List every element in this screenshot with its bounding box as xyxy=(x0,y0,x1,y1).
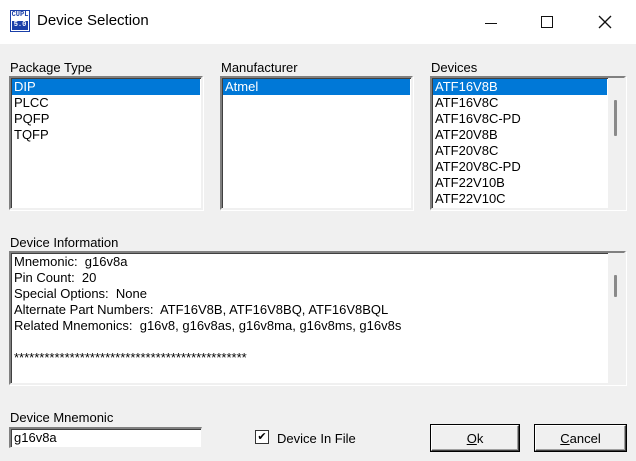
device-mnemonic-field[interactable]: g16v8a xyxy=(9,427,202,448)
device-information-line: Special Options: None xyxy=(14,286,147,301)
device-information-line: ****************************************… xyxy=(14,350,247,365)
close-button[interactable] xyxy=(582,0,628,44)
device-information-line: Pin Count: 20 xyxy=(14,270,97,285)
device-item[interactable]: ATF16V8C xyxy=(433,95,607,111)
minimize-button[interactable] xyxy=(468,0,514,44)
devices-scroll-thumb[interactable] xyxy=(614,100,617,136)
maximize-button[interactable] xyxy=(524,0,570,44)
device-information-line: Alternate Part Numbers: ATF16V8B, ATF16V… xyxy=(14,302,389,317)
close-icon xyxy=(598,15,612,29)
device-item[interactable]: ATF20V8B xyxy=(433,127,607,143)
package-type-item[interactable]: PQFP xyxy=(12,111,200,127)
manufacturer-item[interactable]: Atmel xyxy=(223,79,410,95)
manufacturer-label: Manufacturer xyxy=(221,60,298,75)
minimize-icon xyxy=(485,22,497,24)
devices-label: Devices xyxy=(431,60,478,75)
window-title: Device Selection xyxy=(37,12,149,29)
device-information-textarea[interactable]: Mnemonic: g16v8a Pin Count: 20 Special Opt… xyxy=(9,251,626,385)
cancel-button-label: Cancel xyxy=(560,430,601,446)
package-type-item[interactable]: DIP xyxy=(12,79,200,95)
app-icon: CUPL 5.0 xyxy=(10,10,30,32)
device-item[interactable]: ATF20V8C xyxy=(433,143,607,159)
manufacturer-list: Atmel xyxy=(222,78,411,96)
device-item[interactable]: ATF16V8C-PD xyxy=(433,111,607,127)
package-type-listbox[interactable]: DIP PLCC PQFP TQFP xyxy=(9,76,203,210)
devices-listbox[interactable]: ATF16V8B ATF16V8C ATF16V8C-PD ATF20V8B ATF20… xyxy=(430,76,626,210)
device-information-line xyxy=(14,334,605,350)
device-mnemonic-label: Device Mnemonic xyxy=(10,410,114,425)
device-item[interactable]: ATF22V10B xyxy=(433,175,607,191)
app-icon-bottom-text: 5.0 xyxy=(12,21,28,30)
title-bar[interactable]: CUPL 5.0 Device Selection xyxy=(0,0,636,44)
package-type-item[interactable]: PLCC xyxy=(12,95,200,111)
device-information-label: Device Information xyxy=(10,235,119,250)
cancel-button[interactable]: Cancel xyxy=(535,425,626,451)
devices-list: ATF16V8B ATF16V8C ATF16V8C-PD ATF20V8B ATF20… xyxy=(432,78,608,208)
package-type-item[interactable]: TQFP xyxy=(12,127,200,143)
device-in-file-label[interactable]: Device In File xyxy=(277,431,356,446)
package-type-list: DIP PLCC PQFP TQFP xyxy=(11,78,201,144)
device-information-scroll-thumb[interactable] xyxy=(614,275,617,297)
ok-button[interactable]: Ok xyxy=(431,425,519,451)
device-in-file-checkbox[interactable]: ✔ xyxy=(255,430,269,444)
device-information-line: Mnemonic: g16v8a xyxy=(14,254,128,269)
device-item[interactable]: ATF16V8B xyxy=(433,79,607,95)
devices-scrollbar[interactable] xyxy=(608,78,624,208)
device-item[interactable]: ATF22V10C xyxy=(433,191,607,207)
app-icon-top-text: CUPL xyxy=(11,11,29,19)
maximize-icon xyxy=(541,16,553,28)
device-item[interactable]: ATF20V8C-PD xyxy=(433,159,607,175)
device-information-scrollbar[interactable] xyxy=(608,253,624,383)
manufacturer-listbox[interactable]: Atmel xyxy=(220,76,413,210)
ok-button-label: Ok xyxy=(466,430,484,446)
checkmark-icon: ✔ xyxy=(257,431,267,443)
package-type-label: Package Type xyxy=(10,60,93,75)
device-information-text: Mnemonic: g16v8a Pin Count: 20 Special Opt… xyxy=(11,253,608,367)
device-information-line: Related Mnemonics: g16v8, g16v8as, g16v8… xyxy=(14,318,402,333)
